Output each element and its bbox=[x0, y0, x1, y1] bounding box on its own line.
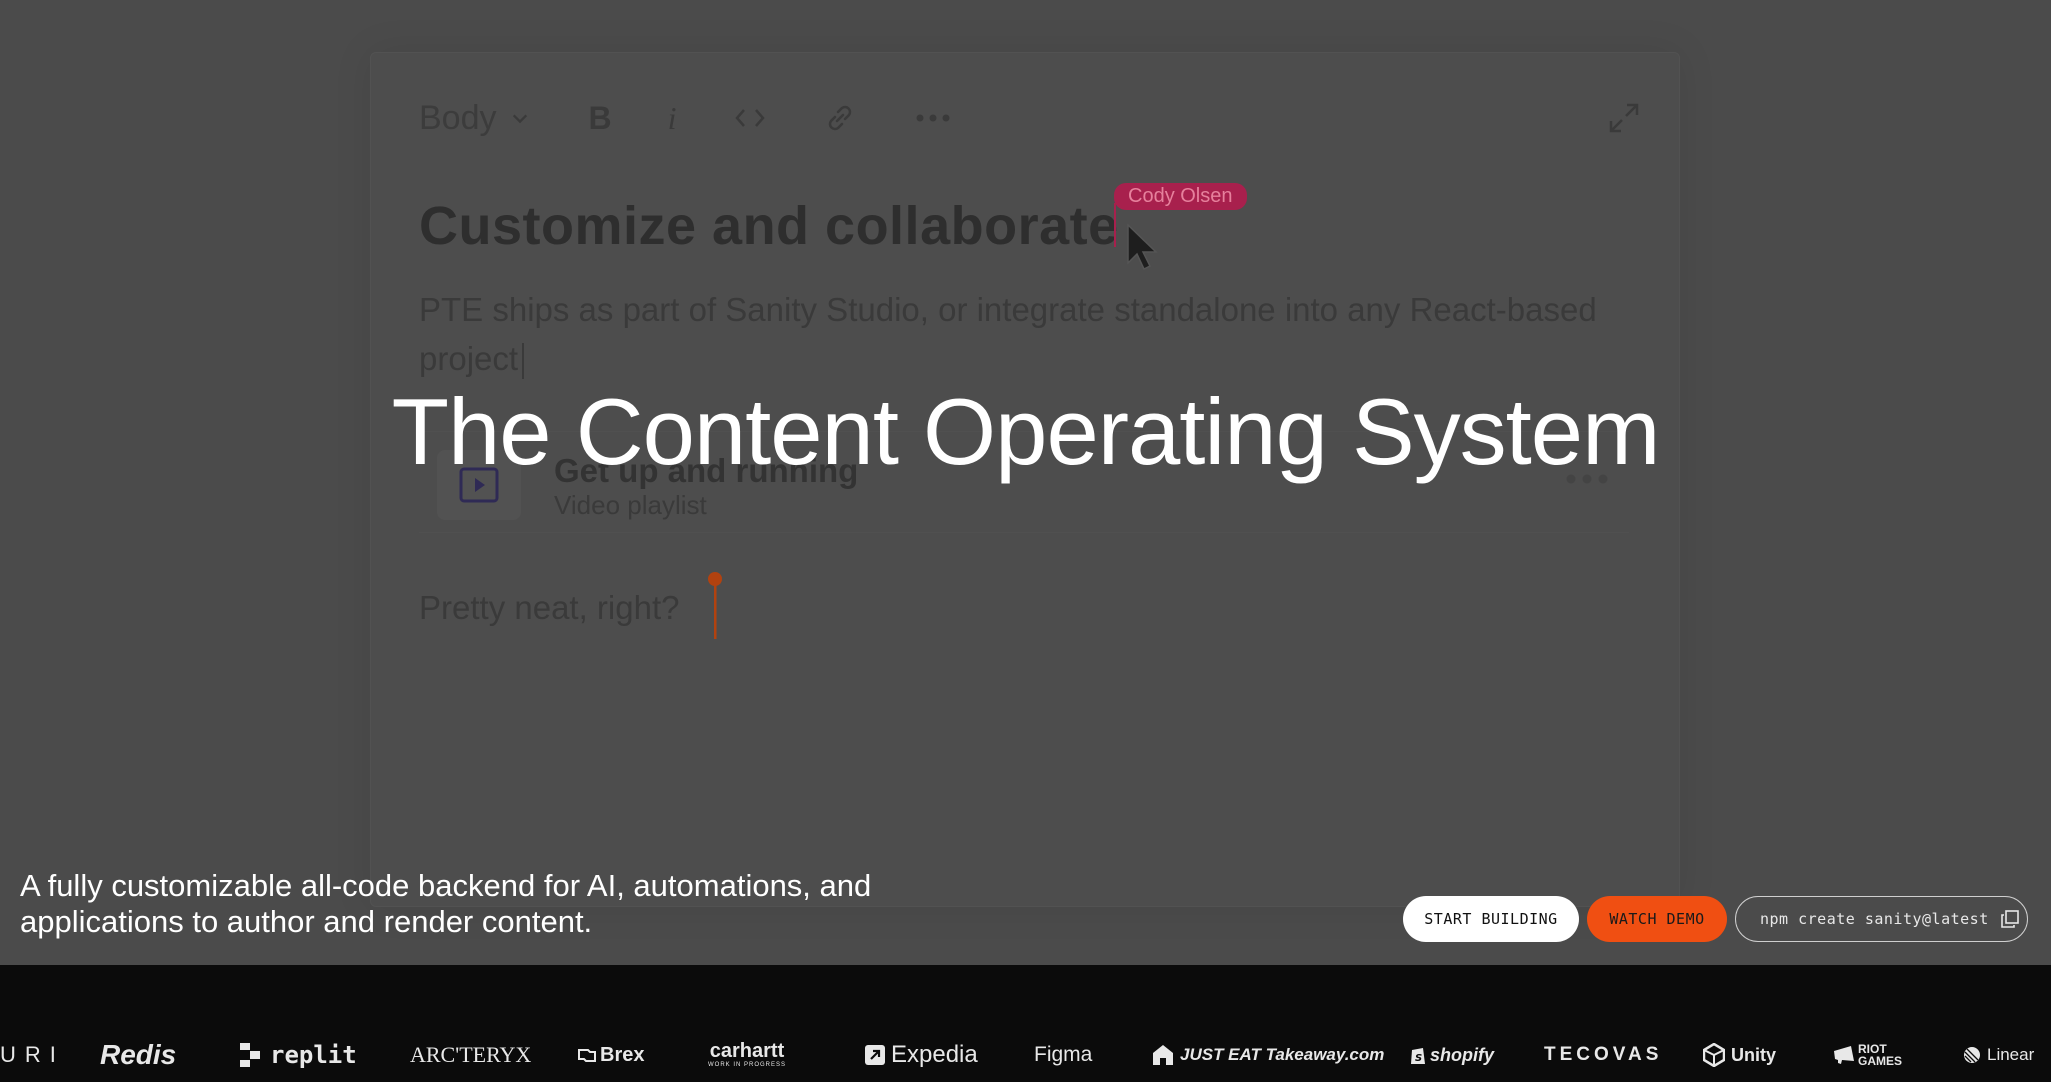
logo-shopify-text: shopify bbox=[1430, 1044, 1495, 1065]
logo-arcteryx: ARC'TERYX bbox=[410, 1040, 531, 1070]
logo-carhartt-subtext: WORK IN PROGRESS bbox=[708, 1062, 787, 1068]
logo-uri-text: URI bbox=[0, 1042, 65, 1067]
text-caret bbox=[522, 343, 525, 380]
logo-unity-text: Unity bbox=[1731, 1044, 1776, 1065]
logo-riot-text: RIOT GAMES bbox=[1858, 1042, 1903, 1068]
copy-icon[interactable] bbox=[2000, 910, 2019, 928]
document-line[interactable]: Pretty neat, right? bbox=[419, 589, 679, 627]
editor-toolbar: Body B i bbox=[419, 91, 1639, 145]
shopify-icon: S bbox=[1411, 1048, 1425, 1064]
logo-figma: Figma bbox=[1034, 1040, 1092, 1070]
page-headline: The Content Operating System bbox=[391, 379, 1661, 484]
paragraph-text: PTE ships as part of Sanity Studio, or i… bbox=[419, 291, 1597, 377]
logo-replit-text: replit bbox=[270, 1041, 357, 1069]
logo-redis-text: Redis bbox=[100, 1039, 177, 1070]
logo-unity: Unity bbox=[1703, 1040, 1776, 1070]
embed-subtitle: Video playlist bbox=[554, 490, 707, 520]
unity-icon bbox=[1703, 1043, 1725, 1067]
logo-uri: URI bbox=[0, 1040, 65, 1070]
logo-linear-text: Linear bbox=[1987, 1045, 2035, 1064]
document-title[interactable]: Customize and collaborate bbox=[419, 195, 1119, 257]
logo-justeat-text: JUST EAT Takeaway.com bbox=[1180, 1045, 1385, 1064]
npm-command-button[interactable]: npm create sanity@latest bbox=[1735, 896, 2028, 942]
replit-icon bbox=[240, 1043, 260, 1067]
linear-icon bbox=[1964, 1047, 1980, 1063]
riot-icon bbox=[1834, 1046, 1854, 1064]
npm-command-text: npm create sanity@latest bbox=[1760, 910, 1989, 928]
logo-tecovas: TECOVAS bbox=[1544, 1040, 1662, 1070]
mouse-pointer-icon bbox=[1127, 223, 1158, 271]
logo-replit: replit bbox=[240, 1040, 357, 1070]
logo-brex: Brex bbox=[578, 1040, 644, 1070]
logo-shopify: S shopify bbox=[1410, 1040, 1494, 1070]
collaborator-caret-orange bbox=[708, 572, 722, 639]
bold-icon[interactable]: B bbox=[589, 100, 612, 137]
svg-text:S: S bbox=[1415, 1053, 1422, 1064]
logo-arcteryx-text: ARC'TERYX bbox=[410, 1042, 532, 1067]
logo-riot: RIOT GAMES bbox=[1833, 1040, 1903, 1070]
logo-figma-text: Figma bbox=[1034, 1043, 1093, 1066]
brex-icon bbox=[578, 1049, 596, 1062]
style-dropdown-label: Body bbox=[419, 98, 497, 137]
collaborator-tag: Cody Olsen bbox=[1114, 183, 1247, 210]
logo-justeat: JUST EAT Takeaway.com bbox=[1152, 1040, 1384, 1070]
start-building-button[interactable]: START BUILDING bbox=[1403, 896, 1579, 942]
hero-section: Body B i Customize and collaborate Cody … bbox=[0, 0, 2051, 965]
logo-expedia: Expedia bbox=[865, 1040, 978, 1070]
tagline: A fully customizable all-code backend fo… bbox=[20, 868, 872, 939]
collaborator-caret bbox=[1114, 203, 1116, 247]
expedia-icon bbox=[865, 1045, 885, 1065]
watch-demo-button[interactable]: WATCH DEMO bbox=[1587, 896, 1727, 942]
logo-tecovas-text: TECOVAS bbox=[1544, 1044, 1663, 1065]
style-dropdown[interactable]: Body bbox=[419, 99, 529, 138]
more-icon[interactable] bbox=[915, 113, 951, 123]
logo-carhartt: carhartt WORK IN PROGRESS bbox=[708, 1040, 786, 1070]
link-icon[interactable] bbox=[823, 101, 857, 135]
expand-icon[interactable] bbox=[1609, 103, 1639, 138]
document-paragraph[interactable]: PTE ships as part of Sanity Studio, or i… bbox=[419, 285, 1619, 383]
justeat-icon bbox=[1153, 1045, 1173, 1065]
chevron-down-icon bbox=[512, 114, 527, 124]
code-icon[interactable] bbox=[734, 107, 765, 129]
logo-brex-text: Brex bbox=[600, 1043, 645, 1066]
logo-linear: Linear bbox=[1963, 1040, 2034, 1070]
italic-icon[interactable]: i bbox=[668, 100, 677, 137]
logo-redis: Redis bbox=[100, 1039, 177, 1070]
logo-carhartt-text: carhartt bbox=[709, 1040, 785, 1062]
logo-expedia-text: Expedia bbox=[891, 1041, 978, 1068]
